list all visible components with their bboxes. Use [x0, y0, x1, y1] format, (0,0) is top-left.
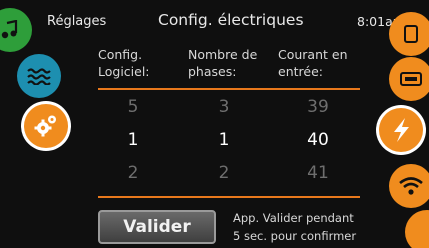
col-header-config: Config. Logiciel: [98, 47, 150, 79]
music-button[interactable] [0, 8, 32, 52]
page-title: Config. électriques [158, 11, 304, 29]
current-value-above[interactable]: 39 [288, 97, 348, 117]
config-value-above[interactable]: 5 [103, 97, 163, 117]
current-value-below[interactable]: 41 [288, 163, 348, 183]
water-button[interactable] [17, 54, 61, 98]
valider-button[interactable]: Valider [98, 210, 216, 244]
lightning-icon [390, 117, 412, 143]
settings-icon [33, 113, 59, 139]
right-settings-button[interactable] [389, 12, 429, 56]
current-value-selected[interactable]: 40 [288, 130, 348, 150]
water-icon [27, 67, 51, 85]
picker-bottom-divider [98, 196, 360, 198]
picker-top-divider [98, 88, 360, 90]
phases-value-above[interactable]: 3 [194, 97, 254, 117]
tv-button[interactable] [389, 57, 429, 101]
settings-button[interactable] [24, 104, 68, 148]
confirm-hint: App. Valider pendant 5 sec. pour confirm… [233, 211, 357, 243]
settings-icon [404, 25, 418, 43]
partial-bottom-button[interactable] [405, 210, 429, 248]
wifi-icon [398, 176, 424, 196]
config-value-below[interactable]: 2 [103, 163, 163, 183]
wifi-button[interactable] [389, 164, 429, 208]
col-header-current: Courant en entrée: [278, 47, 348, 79]
phases-value-below[interactable]: 2 [194, 163, 254, 183]
music-icon [0, 20, 20, 40]
phases-value-selected[interactable]: 1 [194, 130, 254, 150]
tv-icon [400, 72, 422, 86]
lightning-button[interactable] [379, 108, 423, 152]
config-value-selected[interactable]: 1 [103, 130, 163, 150]
col-header-phases: Nombre de phases: [188, 47, 258, 79]
screen: Réglages Config. électriques 8:01am Conf… [0, 0, 429, 248]
back-label[interactable]: Réglages [47, 14, 106, 29]
